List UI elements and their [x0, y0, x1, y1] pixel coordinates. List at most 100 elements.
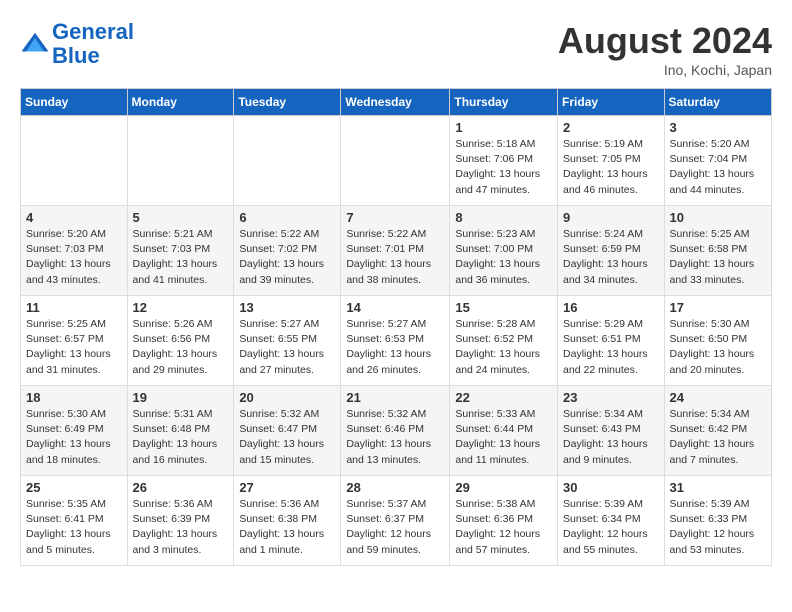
day-number: 26: [133, 480, 229, 495]
calendar-cell: 14 Sunrise: 5:27 AM Sunset: 6:53 PM Dayli…: [341, 296, 450, 386]
calendar-cell: [127, 116, 234, 206]
calendar-cell: 27 Sunrise: 5:36 AM Sunset: 6:38 PM Dayli…: [234, 476, 341, 566]
day-info: Sunrise: 5:33 AM Sunset: 6:44 PM Dayligh…: [455, 407, 552, 468]
day-info: Sunrise: 5:25 AM Sunset: 6:57 PM Dayligh…: [26, 317, 122, 378]
day-number: 12: [133, 300, 229, 315]
header-row: SundayMondayTuesdayWednesdayThursdayFrid…: [21, 89, 772, 116]
calendar-cell: 24 Sunrise: 5:34 AM Sunset: 6:42 PM Dayli…: [664, 386, 771, 476]
calendar-cell: 11 Sunrise: 5:25 AM Sunset: 6:57 PM Dayli…: [21, 296, 128, 386]
day-info: Sunrise: 5:39 AM Sunset: 6:33 PM Dayligh…: [670, 497, 766, 558]
day-number: 19: [133, 390, 229, 405]
calendar-header: SundayMondayTuesdayWednesdayThursdayFrid…: [21, 89, 772, 116]
day-number: 10: [670, 210, 766, 225]
day-number: 5: [133, 210, 229, 225]
day-info: Sunrise: 5:32 AM Sunset: 6:46 PM Dayligh…: [346, 407, 444, 468]
calendar-cell: 13 Sunrise: 5:27 AM Sunset: 6:55 PM Dayli…: [234, 296, 341, 386]
calendar-cell: 22 Sunrise: 5:33 AM Sunset: 6:44 PM Dayli…: [450, 386, 558, 476]
calendar-cell: 8 Sunrise: 5:23 AM Sunset: 7:00 PM Daylig…: [450, 206, 558, 296]
calendar-cell: 31 Sunrise: 5:39 AM Sunset: 6:33 PM Dayli…: [664, 476, 771, 566]
day-number: 27: [239, 480, 335, 495]
week-row-3: 11 Sunrise: 5:25 AM Sunset: 6:57 PM Dayli…: [21, 296, 772, 386]
calendar-cell: 12 Sunrise: 5:26 AM Sunset: 6:56 PM Dayli…: [127, 296, 234, 386]
day-info: Sunrise: 5:22 AM Sunset: 7:02 PM Dayligh…: [239, 227, 335, 288]
day-number: 13: [239, 300, 335, 315]
calendar-cell: 7 Sunrise: 5:22 AM Sunset: 7:01 PM Daylig…: [341, 206, 450, 296]
week-row-4: 18Sunrise: 5:30 AM Sunset: 6:49 PM Dayli…: [21, 386, 772, 476]
day-info: Sunrise: 5:22 AM Sunset: 7:01 PM Dayligh…: [346, 227, 444, 288]
calendar-cell: 16Sunrise: 5:29 AM Sunset: 6:51 PM Dayli…: [558, 296, 665, 386]
calendar-cell: 19 Sunrise: 5:31 AM Sunset: 6:48 PM Dayli…: [127, 386, 234, 476]
calendar-cell: 2Sunrise: 5:19 AM Sunset: 7:05 PM Daylig…: [558, 116, 665, 206]
day-info: Sunrise: 5:39 AM Sunset: 6:34 PM Dayligh…: [563, 497, 659, 558]
day-number: 30: [563, 480, 659, 495]
calendar-cell: 9Sunrise: 5:24 AM Sunset: 6:59 PM Daylig…: [558, 206, 665, 296]
calendar-cell: 30 Sunrise: 5:39 AM Sunset: 6:34 PM Dayli…: [558, 476, 665, 566]
day-number: 29: [455, 480, 552, 495]
day-info: Sunrise: 5:31 AM Sunset: 6:48 PM Dayligh…: [133, 407, 229, 468]
day-number: 17: [670, 300, 766, 315]
title-block: August 2024 Ino, Kochi, Japan: [558, 20, 772, 78]
week-row-2: 4 Sunrise: 5:20 AM Sunset: 7:03 PM Daylig…: [21, 206, 772, 296]
day-info: Sunrise: 5:36 AM Sunset: 6:38 PM Dayligh…: [239, 497, 335, 558]
header-cell-tuesday: Tuesday: [234, 89, 341, 116]
day-info: Sunrise: 5:26 AM Sunset: 6:56 PM Dayligh…: [133, 317, 229, 378]
header-cell-friday: Friday: [558, 89, 665, 116]
day-number: 8: [455, 210, 552, 225]
header-cell-wednesday: Wednesday: [341, 89, 450, 116]
calendar-cell: 23Sunrise: 5:34 AM Sunset: 6:43 PM Dayli…: [558, 386, 665, 476]
day-info: Sunrise: 5:23 AM Sunset: 7:00 PM Dayligh…: [455, 227, 552, 288]
location: Ino, Kochi, Japan: [558, 62, 772, 78]
calendar-cell: 10 Sunrise: 5:25 AM Sunset: 6:58 PM Dayli…: [664, 206, 771, 296]
day-info: Sunrise: 5:30 AM Sunset: 6:50 PM Dayligh…: [670, 317, 766, 378]
month-title: August 2024: [558, 20, 772, 62]
calendar-cell: [21, 116, 128, 206]
logo: General Blue: [20, 20, 134, 68]
calendar-cell: 21 Sunrise: 5:32 AM Sunset: 6:46 PM Dayli…: [341, 386, 450, 476]
calendar-cell: 20Sunrise: 5:32 AM Sunset: 6:47 PM Dayli…: [234, 386, 341, 476]
day-info: Sunrise: 5:21 AM Sunset: 7:03 PM Dayligh…: [133, 227, 229, 288]
day-number: 1: [455, 120, 552, 135]
logo-text: General Blue: [52, 20, 134, 68]
calendar-cell: 5 Sunrise: 5:21 AM Sunset: 7:03 PM Daylig…: [127, 206, 234, 296]
day-number: 11: [26, 300, 122, 315]
day-number: 25: [26, 480, 122, 495]
day-number: 16: [563, 300, 659, 315]
calendar-cell: 25Sunrise: 5:35 AM Sunset: 6:41 PM Dayli…: [21, 476, 128, 566]
day-number: 31: [670, 480, 766, 495]
calendar-cell: 3 Sunrise: 5:20 AM Sunset: 7:04 PM Daylig…: [664, 116, 771, 206]
day-number: 22: [455, 390, 552, 405]
day-info: Sunrise: 5:18 AM Sunset: 7:06 PM Dayligh…: [455, 137, 552, 198]
day-info: Sunrise: 5:36 AM Sunset: 6:39 PM Dayligh…: [133, 497, 229, 558]
day-info: Sunrise: 5:34 AM Sunset: 6:42 PM Dayligh…: [670, 407, 766, 468]
header-cell-saturday: Saturday: [664, 89, 771, 116]
day-number: 21: [346, 390, 444, 405]
logo-icon: [20, 29, 50, 59]
day-info: Sunrise: 5:28 AM Sunset: 6:52 PM Dayligh…: [455, 317, 552, 378]
calendar-cell: 17 Sunrise: 5:30 AM Sunset: 6:50 PM Dayli…: [664, 296, 771, 386]
day-number: 24: [670, 390, 766, 405]
day-number: 23: [563, 390, 659, 405]
day-info: Sunrise: 5:38 AM Sunset: 6:36 PM Dayligh…: [455, 497, 552, 558]
day-number: 14: [346, 300, 444, 315]
day-number: 2: [563, 120, 659, 135]
calendar-cell: [234, 116, 341, 206]
day-info: Sunrise: 5:27 AM Sunset: 6:53 PM Dayligh…: [346, 317, 444, 378]
calendar-cell: 18Sunrise: 5:30 AM Sunset: 6:49 PM Dayli…: [21, 386, 128, 476]
calendar-cell: 26 Sunrise: 5:36 AM Sunset: 6:39 PM Dayli…: [127, 476, 234, 566]
header-cell-monday: Monday: [127, 89, 234, 116]
week-row-1: 1 Sunrise: 5:18 AM Sunset: 7:06 PM Daylig…: [21, 116, 772, 206]
day-number: 3: [670, 120, 766, 135]
day-info: Sunrise: 5:20 AM Sunset: 7:03 PM Dayligh…: [26, 227, 122, 288]
day-number: 4: [26, 210, 122, 225]
day-info: Sunrise: 5:25 AM Sunset: 6:58 PM Dayligh…: [670, 227, 766, 288]
calendar-cell: 28Sunrise: 5:37 AM Sunset: 6:37 PM Dayli…: [341, 476, 450, 566]
day-info: Sunrise: 5:20 AM Sunset: 7:04 PM Dayligh…: [670, 137, 766, 198]
day-number: 7: [346, 210, 444, 225]
day-number: 15: [455, 300, 552, 315]
week-row-5: 25Sunrise: 5:35 AM Sunset: 6:41 PM Dayli…: [21, 476, 772, 566]
day-info: Sunrise: 5:27 AM Sunset: 6:55 PM Dayligh…: [239, 317, 335, 378]
day-number: 6: [239, 210, 335, 225]
calendar-cell: 6 Sunrise: 5:22 AM Sunset: 7:02 PM Daylig…: [234, 206, 341, 296]
day-number: 20: [239, 390, 335, 405]
header-cell-thursday: Thursday: [450, 89, 558, 116]
